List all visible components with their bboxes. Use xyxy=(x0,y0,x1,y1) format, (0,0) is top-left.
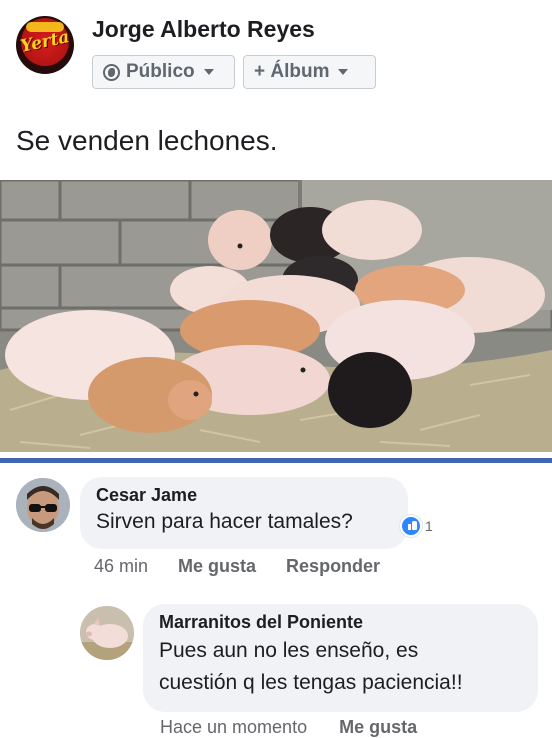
reaction-count: 1 xyxy=(425,518,433,534)
post-author-name[interactable]: Jorge Alberto Reyes xyxy=(92,16,315,43)
comment-text-line-2: cuestión q les tengas paciencia!! xyxy=(159,671,463,694)
page-logo-text: Yerta xyxy=(18,27,72,57)
caret-down-icon xyxy=(203,69,214,75)
comment-bubble: Marranitos del Poniente Pues aun no les … xyxy=(143,604,538,712)
piglets-photo xyxy=(0,180,552,452)
commenter-avatar[interactable] xyxy=(80,606,134,660)
comment-timestamp[interactable]: Hace un momento xyxy=(160,717,307,738)
globe-icon xyxy=(103,63,120,81)
like-comment-link[interactable]: Me gusta xyxy=(339,717,417,738)
commenter-name[interactable]: Marranitos del Poniente xyxy=(159,612,522,633)
section-divider xyxy=(0,458,552,463)
commenter-avatar[interactable] xyxy=(16,478,70,532)
comment-text: Sirven para hacer tamales? xyxy=(96,510,353,533)
caret-down-icon xyxy=(338,69,349,75)
reply-comment-link[interactable]: Responder xyxy=(286,556,380,577)
post-text: Se venden lechones. xyxy=(16,125,278,156)
comment-timestamp[interactable]: 46 min xyxy=(94,556,148,577)
comment-bubble: Cesar Jame Sirven para hacer tamales? xyxy=(80,477,408,549)
album-selector[interactable]: + Álbum xyxy=(243,55,376,89)
reaction-summary[interactable]: 1 xyxy=(400,515,433,537)
like-comment-link[interactable]: Me gusta xyxy=(178,556,256,577)
post-photo[interactable] xyxy=(0,180,552,452)
audience-selector[interactable]: Público xyxy=(92,55,235,89)
comment-actions: Hace un momento Me gusta xyxy=(160,717,417,738)
comment-text-line-1: Pues aun no les enseño, es xyxy=(159,639,419,662)
post-header: Yerta Jorge Alberto Reyes Público + Álbu… xyxy=(0,0,552,112)
album-label: + Álbum xyxy=(254,61,330,82)
page-avatar[interactable]: Yerta xyxy=(16,16,74,74)
audience-label: Público xyxy=(126,61,195,82)
piglet-avatar-icon xyxy=(80,606,134,660)
comment-actions: 46 min Me gusta Responder xyxy=(94,556,380,577)
commenter-name[interactable]: Cesar Jame xyxy=(96,485,392,506)
person-with-sunglasses-icon xyxy=(16,478,70,532)
like-icon xyxy=(400,515,422,537)
